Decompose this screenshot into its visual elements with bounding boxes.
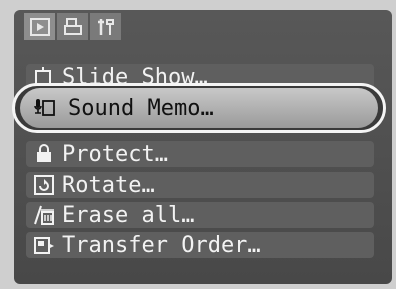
tab-playback[interactable] (24, 13, 55, 40)
erase-all-icon (26, 202, 62, 228)
setup-tools-icon (97, 18, 114, 35)
menu-tabs (24, 13, 121, 41)
menu-item-label: Sound Memo… (68, 95, 214, 121)
menu-item-label: Rotate… (62, 172, 155, 198)
menu-item-label: Transfer Order… (62, 232, 261, 258)
menu-item-protect[interactable]: Protect… (26, 141, 374, 167)
tab-print[interactable] (57, 13, 88, 40)
print-icon (63, 17, 82, 35)
play-icon (29, 17, 50, 36)
menu-item-transfer-order[interactable]: Transfer Order… (26, 232, 374, 258)
menu-item-rotate[interactable]: Rotate… (26, 172, 374, 198)
menu-item-label: Protect… (62, 141, 168, 167)
rotate-icon (26, 172, 62, 198)
menu-item-label: Erase all… (62, 202, 195, 228)
transfer-order-icon (26, 232, 62, 258)
tab-setup[interactable] (90, 13, 121, 40)
menu-item-erase-all[interactable]: Erase all… (26, 202, 374, 228)
protect-icon (26, 141, 62, 167)
menu-item-sound-memo[interactable]: Sound Memo… (20, 88, 378, 128)
sound-memo-icon (20, 96, 68, 120)
